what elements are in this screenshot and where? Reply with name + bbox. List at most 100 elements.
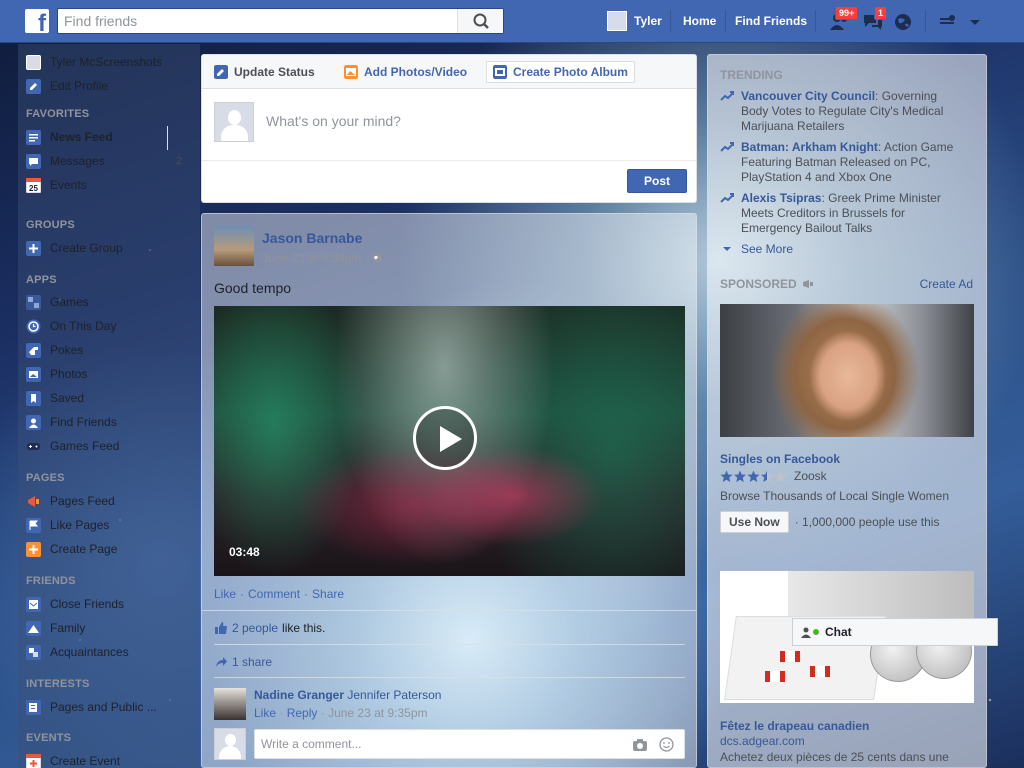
sidebar-item-family[interactable]: Family (26, 618, 196, 638)
search-button[interactable] (457, 9, 503, 33)
sidebar-item-messages[interactable]: Messages (26, 151, 196, 171)
pencil-icon (214, 65, 228, 79)
emoji-icon[interactable] (659, 737, 674, 752)
ad-domain[interactable]: dcs.adgear.com (720, 734, 805, 748)
tab-create-photo-album[interactable]: Create Photo Album (486, 61, 635, 83)
chevron-down-icon (970, 20, 980, 25)
search-bar (57, 8, 504, 34)
sidebar-item-label: Edit Profile (50, 79, 109, 93)
trending-item[interactable]: Batman: Arkham Knight: Action Game Featu… (720, 140, 960, 188)
comment-timestamp[interactable]: June 23 at 9:35pm (328, 706, 427, 720)
bookmark-icon (26, 390, 41, 406)
see-more-link[interactable]: See More (720, 242, 793, 256)
sidebar-item-label: Pokes (50, 343, 84, 357)
comment-reply-link[interactable]: Reply (287, 706, 318, 720)
sidebar-item-saved[interactable]: Saved (26, 388, 196, 408)
trending-arrow-icon (720, 91, 734, 101)
trending-title[interactable]: Alexis Tsipras (741, 191, 821, 205)
facebook-logo[interactable]: f (25, 9, 49, 36)
clock-icon (26, 319, 41, 334)
flag-image (765, 671, 785, 682)
shares-summary[interactable]: 1 share (214, 655, 272, 669)
dot-separator: · (364, 251, 369, 265)
camera-icon[interactable] (632, 738, 648, 752)
post-button[interactable]: Post (627, 169, 687, 193)
tagged-name[interactable]: Jennifer Paterson (347, 688, 441, 702)
sidebar-item-profile[interactable]: Tyler McScreenshots (26, 52, 196, 72)
sidebar-item-create-page[interactable]: Create Page (26, 539, 196, 559)
sidebar-item-like-pages[interactable]: Like Pages (26, 515, 196, 535)
sidebar-item-pages-feed[interactable]: Pages Feed (26, 491, 196, 511)
sidebar-item-edit-profile[interactable]: Edit Profile (26, 76, 196, 96)
video-player[interactable]: 03:48 (214, 306, 685, 576)
trending-arrow-icon (720, 193, 734, 203)
play-button[interactable] (413, 406, 477, 470)
create-event-icon (25, 753, 42, 768)
friend-requests-button[interactable]: 99+ (829, 6, 859, 32)
trending-item[interactable]: Vancouver City Council: Governing Body V… (720, 89, 960, 137)
sidebar-item-events[interactable]: 25 Events (25, 175, 196, 195)
trending-text: Batman: Arkham Knight: Action Game Featu… (741, 140, 961, 185)
sidebar-item-close-friends[interactable]: Close Friends (26, 594, 196, 614)
likes-suffix: like this. (282, 621, 326, 635)
friend-requests-badge: 99+ (835, 6, 859, 20)
tab-update-status[interactable]: Update Status (208, 61, 321, 83)
sidebar-item-find-friends[interactable]: Find Friends (26, 412, 196, 432)
ad-social-context: · 1,000,000 people use this (794, 515, 940, 529)
commenter-name[interactable]: Nadine Granger (254, 688, 344, 702)
ad-cta-row: Use Now · 1,000,000 people use this (720, 511, 939, 533)
sidebar-item-photos[interactable]: Photos (26, 364, 196, 384)
sidebar-item-pokes[interactable]: Pokes (26, 340, 196, 360)
home-link[interactable]: Home (683, 14, 716, 28)
comment-link[interactable]: Comment (248, 587, 300, 601)
status-input[interactable]: What's on your mind? (266, 113, 401, 129)
ad-image-singles[interactable] (720, 304, 974, 437)
account-menu-button[interactable] (967, 12, 983, 32)
notifications-button[interactable] (893, 12, 915, 32)
sponsored-label: SPONSORED (720, 277, 797, 291)
comment-like-link[interactable]: Like (254, 706, 276, 720)
section-heading-interests: INTERESTS (26, 678, 90, 690)
sidebar-item-label: Close Friends (50, 597, 125, 611)
author-name[interactable]: Jason Barnabe (262, 230, 362, 246)
sidebar-item-acquaintances[interactable]: Acquaintances (26, 642, 196, 662)
section-heading-pages: PAGES (26, 472, 65, 484)
section-heading-groups: GROUPS (26, 219, 75, 231)
flag-image (810, 666, 830, 677)
news-feed-icon (26, 129, 41, 145)
tab-add-photos-video[interactable]: Add Photos/Video (338, 61, 473, 83)
search-icon (473, 13, 489, 29)
author-avatar[interactable] (214, 226, 254, 266)
sidebar-item-label: Create Page (50, 542, 118, 556)
sidebar-item-pages-public[interactable]: Pages and Public ... (26, 697, 196, 717)
sidebar-item-create-group[interactable]: Create Group (26, 238, 196, 258)
rating-star (774, 470, 787, 482)
search-input[interactable] (58, 9, 458, 33)
ad-title-singles[interactable]: Singles on Facebook (720, 452, 840, 466)
commenter-avatar[interactable] (214, 688, 246, 720)
chat-tab[interactable]: Chat (792, 618, 998, 646)
ad-title-flag[interactable]: Fêtez le drapeau canadien (720, 719, 869, 733)
star-rating-icon (720, 470, 787, 482)
sidebar-item-news-feed[interactable]: News Feed (26, 127, 196, 147)
sidebar-item-label: Photos (50, 367, 88, 381)
like-link[interactable]: Like (214, 587, 236, 601)
sidebar-item-games[interactable]: Games (26, 292, 196, 312)
story-timestamp[interactable]: June 23 at 9:34pm · (262, 251, 382, 265)
sidebar-item-games-feed[interactable]: Games Feed (26, 436, 196, 456)
find-friends-link[interactable]: Find Friends (735, 14, 807, 28)
sidebar-item-on-this-day[interactable]: On This Day (26, 316, 196, 336)
trending-item[interactable]: Alexis Tsipras: Greek Prime Minister Mee… (720, 191, 960, 239)
trending-title[interactable]: Vancouver City Council (741, 89, 875, 103)
privacy-shortcuts-button[interactable] (939, 12, 957, 32)
use-now-button[interactable]: Use Now (720, 511, 789, 533)
trending-title[interactable]: Batman: Arkham Knight (741, 140, 878, 154)
share-link[interactable]: Share (312, 587, 344, 601)
create-ad-link[interactable]: Create Ad (920, 277, 973, 291)
comment-input[interactable] (255, 730, 605, 758)
messages-button[interactable]: 1 (862, 6, 888, 32)
likes-count-link[interactable]: 2 people (232, 621, 278, 635)
sidebar-item-create-event[interactable]: Create Event (25, 751, 196, 768)
profile-link[interactable]: Tyler (607, 11, 662, 31)
sidebar-item-label: Create Event (50, 754, 121, 768)
